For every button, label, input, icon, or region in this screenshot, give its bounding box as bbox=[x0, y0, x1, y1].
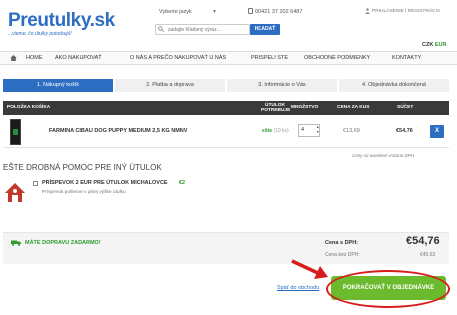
charity-title: EŠTE DROBNÁ POMOC PRE INÝ ÚTULOK bbox=[3, 163, 162, 172]
currency-czk[interactable]: CZK bbox=[422, 42, 433, 48]
total-novat: €45,63 bbox=[420, 252, 436, 258]
free-shipping-label: MÁTE DOPRAVU ZADARMO! bbox=[25, 240, 101, 246]
back-to-shop-link[interactable]: Späť do obchodu bbox=[277, 285, 319, 291]
search-button[interactable]: HĽADAŤ bbox=[250, 24, 280, 35]
product-image[interactable] bbox=[10, 119, 21, 145]
search-input[interactable] bbox=[168, 25, 248, 34]
remove-item-button[interactable]: X bbox=[430, 125, 444, 138]
nav-how-to-buy[interactable]: AKO NAKUPOVAŤ bbox=[55, 55, 102, 61]
account-links[interactable]: PRIHLÁSENIE | REGISTRÁCIA bbox=[372, 9, 440, 14]
nav-home[interactable]: HOME bbox=[26, 55, 43, 61]
charity-checkbox[interactable] bbox=[33, 181, 38, 186]
need-label: ešte bbox=[262, 128, 273, 134]
nav-terms[interactable]: OBCHODNÉ PODMIENKY bbox=[304, 55, 370, 61]
phone-icon bbox=[248, 8, 253, 14]
annotation-arrow-icon bbox=[291, 259, 328, 279]
nav-about[interactable]: O NÁS A PREČO NAKUPOVAŤ U NÁS bbox=[130, 55, 226, 61]
charity-description: Príspevok pošleme v plnej výške útulku bbox=[42, 190, 126, 195]
vat-note: Ceny sú uvedené vrátane DPH bbox=[352, 153, 415, 158]
step-cart[interactable]: 1. Nákupný košík bbox=[3, 79, 113, 92]
col-qty: MNOŽSTVO bbox=[291, 105, 319, 110]
language-selector[interactable]: Vyberte jazyk bbox=[159, 9, 192, 15]
main-nav: HOME AKO NAKUPOVAŤ O NÁS A PREČO NAKUPOV… bbox=[0, 51, 457, 65]
quantity-stepper[interactable]: ▲ ▼ bbox=[316, 125, 319, 135]
annotation-highlight bbox=[326, 270, 450, 308]
charity-label[interactable]: PRÍSPEVOK 2 EUR PRE ÚTULOK MICHALOVCE bbox=[42, 180, 168, 186]
step-done[interactable]: 4. Objednávka dokončená bbox=[339, 79, 449, 92]
total-novat-label: Cena bez DPH: bbox=[325, 252, 360, 258]
total-vat-label: Cena s DPH: bbox=[325, 240, 359, 246]
search-icon bbox=[158, 26, 164, 32]
checkout-steps: 1. Nákupný košík 2. Platba a doprava 3. … bbox=[3, 79, 449, 92]
home-icon[interactable] bbox=[10, 55, 17, 61]
currency-switcher: CZK EUR bbox=[422, 42, 446, 48]
site-logo[interactable]: Preutulky.sk bbox=[8, 10, 115, 32]
cart-table-header: POLOŽKA KOŠÍKA ÚTULOK POTREBUJE MNOŽSTVO… bbox=[3, 101, 449, 115]
need-count: (10 ks) bbox=[273, 128, 289, 134]
step-payment[interactable]: 2. Platba a doprava bbox=[115, 79, 225, 92]
col-sum: SÚČET bbox=[397, 105, 414, 110]
nav-contacts[interactable]: KONTAKTY bbox=[392, 55, 421, 61]
col-need: ÚTULOK POTREBUJE bbox=[261, 103, 291, 113]
col-unit-price: CENA ZA KUS bbox=[337, 105, 370, 110]
step-info[interactable]: 3. Informácie o Vás bbox=[227, 79, 337, 92]
nav-contributed[interactable]: PRISPELI STE bbox=[251, 55, 288, 61]
user-icon bbox=[365, 8, 370, 14]
shelter-need: ešte (10 ks) bbox=[262, 128, 289, 134]
product-name[interactable]: FARMINA CIBAU DOG PUPPY MEDIUM 2,5 KG NM… bbox=[49, 128, 187, 134]
total-vat: €54,76 bbox=[406, 235, 440, 247]
shelter-logo-icon bbox=[5, 183, 25, 202]
col-item: POLOŽKA KOŠÍKA bbox=[7, 105, 51, 110]
unit-price: €13,69 bbox=[343, 128, 360, 134]
truck-icon bbox=[11, 240, 21, 246]
row-total: €54,76 bbox=[396, 128, 413, 134]
currency-eur[interactable]: EUR bbox=[435, 42, 447, 48]
chevron-down-icon[interactable]: ▼ bbox=[212, 9, 217, 15]
phone-number: 00421 37 202 6487 bbox=[255, 9, 303, 15]
charity-price: €2 bbox=[179, 180, 186, 186]
order-summary bbox=[3, 232, 449, 264]
site-tagline: ...vieme, čo útulky potrebujú! bbox=[8, 31, 72, 37]
